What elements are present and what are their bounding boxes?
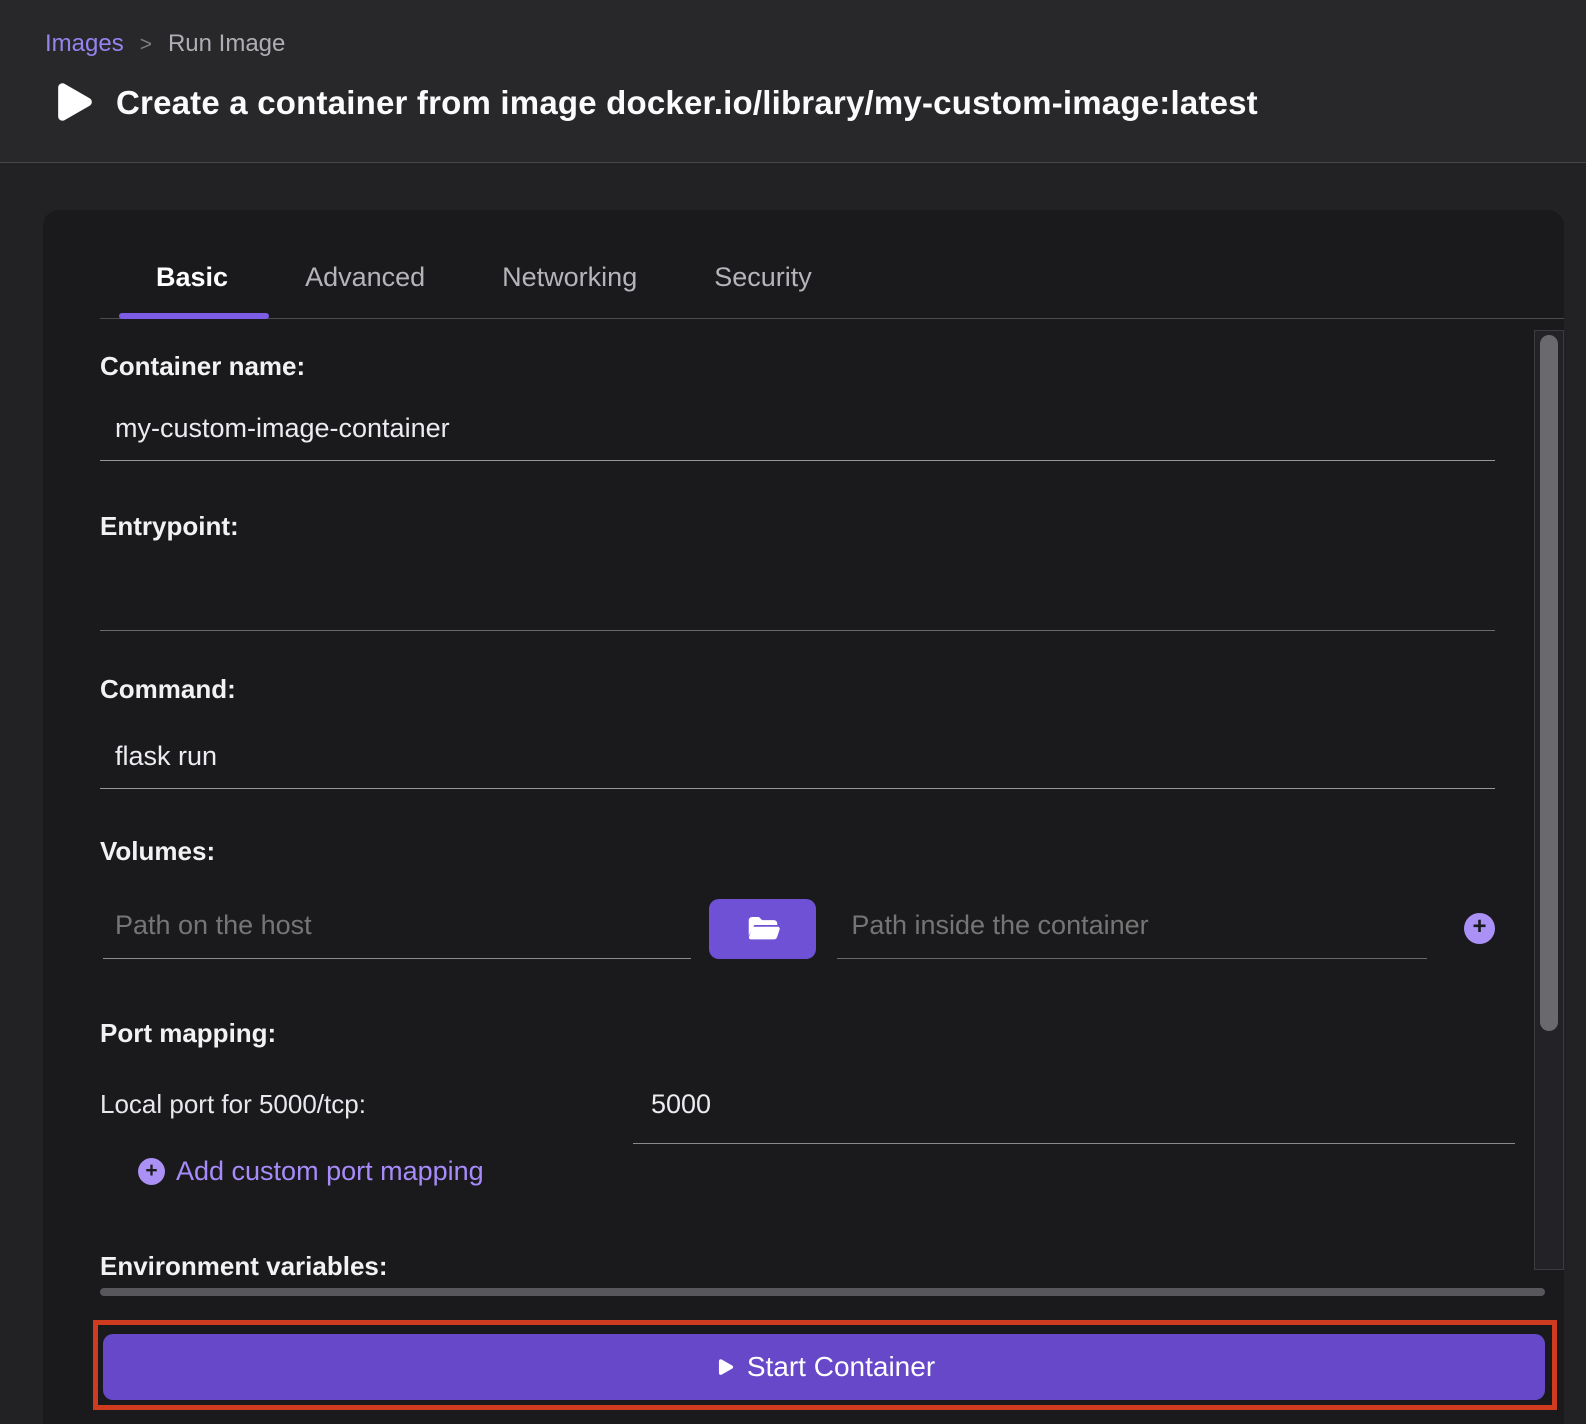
add-volume-button[interactable]: + — [1464, 913, 1495, 944]
add-custom-port-mapping-button[interactable]: + Add custom port mapping — [138, 1156, 484, 1187]
horizontal-scrollbar[interactable] — [100, 1288, 1545, 1296]
command-input[interactable] — [100, 704, 1495, 789]
tabs-row: Basic Advanced Networking Security — [100, 210, 1564, 319]
breadcrumb-separator: > — [140, 31, 152, 57]
vertical-scrollbar-thumb[interactable] — [1540, 335, 1558, 1031]
browse-host-path-button[interactable] — [709, 899, 816, 959]
form-scroll-area: Basic Advanced Networking Security Conta… — [43, 210, 1564, 1277]
port-mapping-label: Port mapping: — [100, 1018, 1495, 1048]
volume-host-path-input[interactable] — [103, 907, 691, 959]
start-container-label: Start Container — [747, 1351, 935, 1383]
volumes-label: Volumes: — [100, 836, 1495, 866]
breadcrumb-images-link[interactable]: Images — [45, 30, 124, 58]
local-port-input[interactable] — [633, 1088, 1515, 1144]
command-label: Command: — [100, 674, 1495, 704]
page-title: Create a container from image docker.io/… — [116, 84, 1258, 122]
title-row: Create a container from image docker.io/… — [43, 78, 1586, 128]
add-custom-port-mapping-label: Add custom port mapping — [176, 1156, 484, 1187]
local-port-label: Local port for 5000/tcp: — [100, 1088, 633, 1120]
volume-row: + — [100, 899, 1495, 959]
breadcrumb: Images > Run Image — [45, 30, 1586, 58]
breadcrumb-current: Run Image — [168, 30, 285, 58]
vertical-scrollbar-track[interactable] — [1534, 330, 1564, 1270]
container-name-label: Container name: — [100, 351, 1495, 381]
tab-security[interactable]: Security — [714, 262, 812, 318]
run-image-panel: Basic Advanced Networking Security Conta… — [43, 210, 1564, 1424]
page-header: Images > Run Image Create a container fr… — [0, 0, 1586, 163]
plus-icon: + — [1472, 915, 1486, 939]
start-container-button[interactable]: Start Container — [103, 1334, 1545, 1400]
play-icon — [713, 1356, 734, 1379]
environment-variables-label: Environment variables: — [100, 1251, 1495, 1277]
folder-open-icon — [745, 911, 781, 947]
plus-icon: + — [138, 1158, 165, 1185]
port-mapping-row: Local port for 5000/tcp: — [100, 1088, 1515, 1144]
entrypoint-label: Entrypoint: — [100, 511, 1495, 541]
tab-basic[interactable]: Basic — [156, 262, 228, 318]
play-icon — [43, 78, 95, 128]
entrypoint-input[interactable] — [100, 541, 1495, 631]
tab-networking[interactable]: Networking — [502, 262, 637, 318]
tab-advanced[interactable]: Advanced — [305, 262, 425, 318]
container-name-input[interactable] — [100, 381, 1495, 461]
volume-container-path-input[interactable] — [837, 907, 1427, 959]
